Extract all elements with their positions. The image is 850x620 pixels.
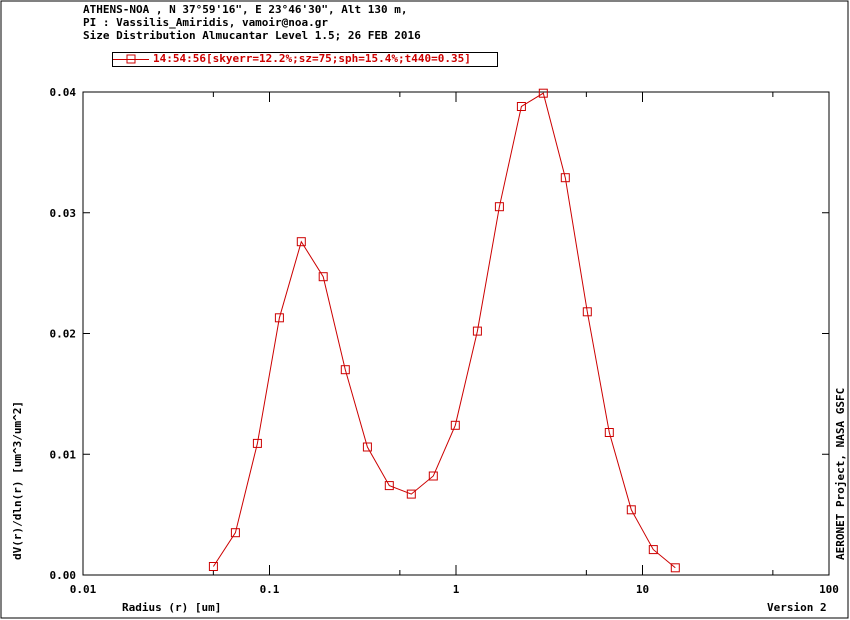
header-pi-line: PI : Vassilis_Amiridis, vamoir@noa.gr [83, 16, 329, 29]
y-tick-label: 0.02 [50, 328, 77, 341]
x-tick-label: 1 [453, 583, 460, 596]
y-axis-label: dV(r)/dln(r) [um^3/um^2] [11, 401, 24, 560]
series-line [212, 92, 676, 569]
legend-marker-icon [113, 54, 149, 64]
outer-frame [0, 0, 849, 619]
axis-ticks [82, 91, 830, 576]
axis-tick-labels: 0.000.010.020.030.040.01 0.1 1 10 100 [50, 86, 839, 596]
header-product-line: Size Distribution Almucantar Level 1.5; … [83, 29, 421, 42]
size-distribution-chart: 0.000.010.020.030.040.01 0.1 1 10 100 [0, 0, 849, 619]
y-tick-label: 0.04 [50, 86, 77, 99]
x-tick-label: 10 [636, 583, 649, 596]
x-tick-label: 0.1 [260, 583, 280, 596]
header-site-line: ATHENS-NOA , N 37°59'16", E 23°46'30", A… [83, 3, 408, 16]
y-tick-label: 0.01 [50, 448, 77, 461]
x-tick-label: 0.01 [70, 583, 97, 596]
x-axis-label: Radius (r) [um] [122, 601, 222, 614]
version-label: Version 2 [767, 601, 827, 614]
plot-area-frame [82, 91, 830, 576]
legend-label: 14:54:56[skyerr=12.2%;sz=75;sph=15.4%;t4… [153, 52, 471, 65]
y-tick-label: 0.00 [50, 569, 77, 582]
credit-label: AERONET Project, NASA GSFC [834, 387, 847, 560]
x-tick-label: 100 [819, 583, 839, 596]
series-layer [208, 88, 680, 573]
y-tick-label: 0.03 [50, 207, 77, 220]
